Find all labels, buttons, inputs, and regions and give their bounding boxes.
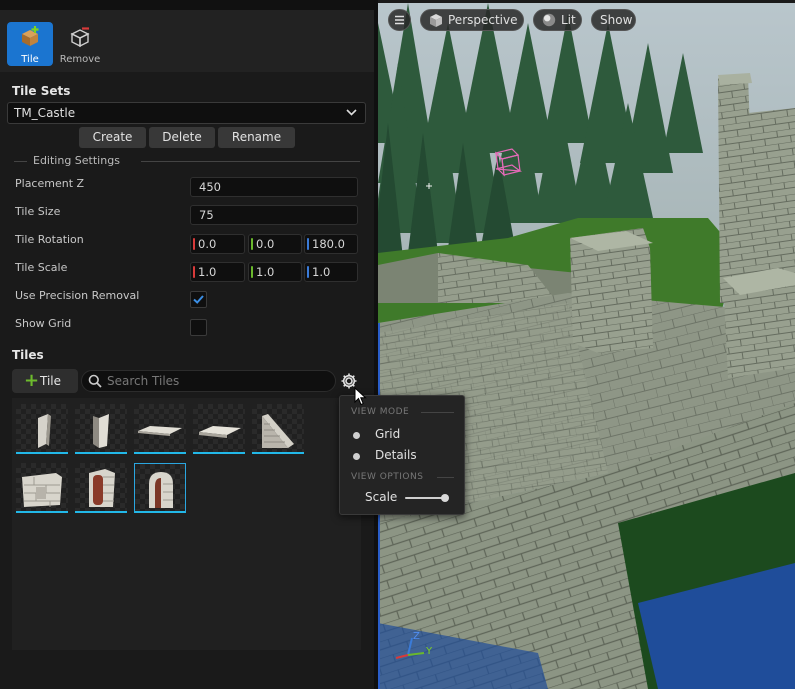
view-mode-title: VIEW MODE bbox=[351, 407, 410, 417]
tile-rotation-y-field[interactable]: 0.0 bbox=[248, 234, 302, 254]
precision-removal-checkbox[interactable] bbox=[190, 291, 207, 308]
editing-settings-title: Editing Settings bbox=[33, 154, 120, 167]
divider bbox=[14, 161, 27, 162]
x-axis-marker bbox=[193, 266, 195, 278]
y-axis-marker bbox=[251, 238, 253, 250]
divider bbox=[141, 161, 360, 162]
lit-button[interactable]: Lit bbox=[533, 9, 582, 31]
scale-label: Scale bbox=[365, 490, 398, 504]
remove-mode-label: Remove bbox=[59, 54, 101, 65]
slider-fill bbox=[405, 497, 445, 499]
tile-scale-label: Tile Scale bbox=[15, 261, 68, 274]
divider bbox=[421, 412, 454, 413]
tile-thumbnail[interactable] bbox=[252, 404, 304, 454]
axis-y-label: Y bbox=[426, 646, 433, 657]
cube-icon bbox=[70, 27, 90, 48]
show-grid-label: Show Grid bbox=[15, 317, 72, 330]
tile-search-input[interactable] bbox=[107, 373, 327, 389]
tile-icon bbox=[22, 26, 39, 46]
tile-size-label: Tile Size bbox=[15, 205, 61, 218]
create-button[interactable]: Create bbox=[79, 127, 146, 148]
z-axis-marker bbox=[307, 266, 309, 278]
remove-mode-button[interactable]: Remove bbox=[57, 22, 103, 66]
tile-rotation-z-field[interactable]: 180.0 bbox=[304, 234, 358, 254]
axis-z-label: Z bbox=[413, 631, 420, 642]
tile-set-selected: TM_Castle bbox=[14, 106, 76, 120]
tile-size-field[interactable]: 75 bbox=[190, 205, 358, 225]
viewport-menu-button[interactable] bbox=[388, 9, 411, 31]
view-mode-grid-option[interactable]: Grid bbox=[353, 427, 400, 441]
show-grid-checkbox[interactable] bbox=[190, 319, 207, 336]
tile-scale-x-value: 1.0 bbox=[198, 265, 217, 279]
z-axis-marker bbox=[307, 238, 309, 250]
hamburger-icon bbox=[395, 15, 404, 25]
tile-thumbnail[interactable] bbox=[75, 404, 127, 454]
tile-rotation-y-value: 0.0 bbox=[256, 237, 275, 251]
tile-thumbnail[interactable] bbox=[75, 463, 127, 513]
tile-rotation-x-value: 0.0 bbox=[198, 237, 217, 251]
tile-rotation-z-value: 180.0 bbox=[312, 237, 345, 251]
radio-dot-icon bbox=[353, 453, 360, 460]
tile-scale-y-field[interactable]: 1.0 bbox=[248, 262, 302, 282]
view-options-header: VIEW OPTIONS bbox=[351, 472, 454, 482]
tile-thumbnail[interactable] bbox=[16, 404, 68, 454]
tile-thumbnail[interactable] bbox=[16, 463, 68, 513]
perspective-label: Perspective bbox=[448, 13, 518, 27]
add-tile-button[interactable]: + Tile bbox=[12, 369, 78, 393]
radio-dot-icon bbox=[353, 432, 360, 439]
show-button[interactable]: Show bbox=[591, 9, 636, 31]
tile-scale-z-field[interactable]: 1.0 bbox=[304, 262, 358, 282]
precision-removal-label: Use Precision Removal bbox=[15, 289, 140, 302]
tile-scale-y-value: 1.0 bbox=[256, 265, 275, 279]
add-tile-label: Tile bbox=[40, 374, 62, 388]
tile-view-options-popup: VIEW MODE Grid Details VIEW OPTIONS Scal… bbox=[339, 395, 465, 515]
slider-knob[interactable] bbox=[440, 494, 449, 502]
tile-thumbnail-selected[interactable] bbox=[134, 463, 186, 513]
tile-mode-label: Tile bbox=[21, 54, 39, 65]
scene-render bbox=[378, 3, 795, 689]
tile-mode-button[interactable]: Tile bbox=[7, 22, 53, 66]
tile-search-box[interactable] bbox=[81, 370, 336, 392]
tile-set-dropdown[interactable]: TM_Castle bbox=[7, 102, 366, 124]
plus-icon: + bbox=[24, 370, 40, 391]
tile-thumbnail[interactable] bbox=[134, 404, 186, 454]
scale-slider[interactable] bbox=[405, 494, 449, 502]
rename-button[interactable]: Rename bbox=[218, 127, 295, 148]
view-mode-details-label: Details bbox=[375, 448, 417, 462]
tile-sets-title: Tile Sets bbox=[12, 84, 71, 98]
perspective-button[interactable]: Perspective bbox=[420, 9, 524, 31]
checkmark-icon bbox=[193, 295, 204, 304]
lit-label: Lit bbox=[561, 13, 576, 27]
delete-button[interactable]: Delete bbox=[149, 127, 215, 148]
view-mode-grid-label: Grid bbox=[375, 427, 401, 441]
view-mode-header: VIEW MODE bbox=[351, 407, 454, 417]
tile-editor-panel: Tile Remove Tile Sets TM_Castle Create D… bbox=[0, 0, 374, 689]
tiles-title: Tiles bbox=[12, 348, 44, 362]
placement-z-field[interactable]: 450 bbox=[190, 177, 358, 197]
view-options-title: VIEW OPTIONS bbox=[351, 472, 424, 482]
panel-top-strip bbox=[0, 0, 374, 10]
level-viewport[interactable]: Perspective Lit Show Z Y bbox=[378, 3, 795, 689]
mouse-cursor-icon bbox=[354, 387, 367, 406]
x-axis-marker bbox=[193, 238, 195, 250]
editing-settings-header[interactable]: Editing Settings bbox=[12, 154, 360, 168]
tile-rotation-x-field[interactable]: 0.0 bbox=[190, 234, 245, 254]
tile-rotation-label: Tile Rotation bbox=[15, 233, 84, 246]
perspective-cube-icon bbox=[430, 14, 442, 27]
divider bbox=[437, 477, 454, 478]
placement-z-label: Placement Z bbox=[15, 177, 85, 190]
tile-scale-x-field[interactable]: 1.0 bbox=[190, 262, 245, 282]
lit-sphere-icon bbox=[542, 13, 556, 27]
mode-toolbar: Tile Remove bbox=[0, 10, 374, 72]
search-icon bbox=[88, 374, 102, 388]
tile-scale-z-value: 1.0 bbox=[312, 265, 331, 279]
tile-grid bbox=[12, 398, 361, 650]
tile-thumbnail[interactable] bbox=[193, 404, 245, 454]
y-axis-marker bbox=[251, 266, 253, 278]
view-mode-details-option[interactable]: Details bbox=[353, 448, 417, 462]
chevron-down-icon bbox=[346, 103, 357, 129]
